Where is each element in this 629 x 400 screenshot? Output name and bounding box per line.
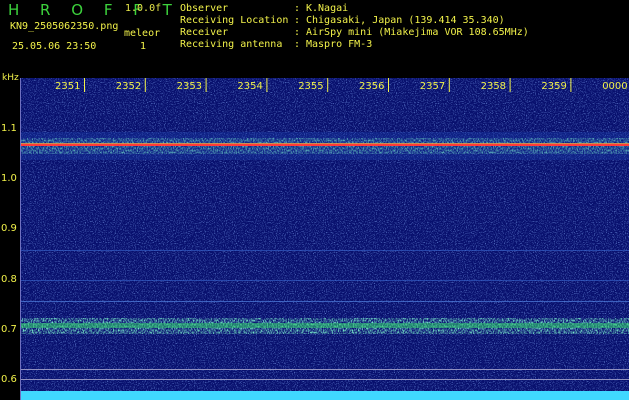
datetime-label: 25.05.06 23:50 (12, 41, 97, 52)
time-label: 2352 (115, 81, 142, 92)
info-key-location: Receiving Location (180, 15, 289, 26)
info-key-antenna: Receiving antenna (180, 39, 283, 50)
info-colon: : (294, 39, 301, 50)
info-colon: : (294, 3, 301, 14)
frequency-axis (20, 78, 21, 400)
time-tick (266, 78, 268, 92)
carrier-edge (21, 143, 629, 144)
file-name: KN9_2505062350.png (10, 21, 119, 32)
time-label: 2355 (298, 81, 324, 92)
info-value-antenna: Maspro FM-3 (306, 39, 373, 50)
frequency-label: 0.9 (1, 223, 17, 235)
time-tick (84, 78, 85, 92)
spectrogram-canvas (21, 78, 629, 400)
time-label: 2356 (359, 81, 385, 92)
noise-floor (21, 391, 629, 400)
info-colon: : (294, 15, 301, 26)
spectrogram-plot (21, 78, 629, 400)
band-070-core (21, 323, 629, 328)
header-panel: H R O F F T 1.0.0f KN9_2505062350.png me… (0, 0, 629, 83)
carrier-line (21, 144, 629, 146)
frequency-label: 0.8 (1, 273, 17, 285)
time-label: 2353 (176, 81, 203, 92)
noise-texture (21, 78, 629, 400)
info-value-receiver: AirSpy mini (Miakejima VOR 108.65MHz) (306, 27, 529, 38)
time-tick (205, 78, 207, 92)
frequency-label: 0.7 (1, 323, 17, 335)
frequency-label: 1.0 (1, 173, 17, 185)
time-tick (144, 78, 146, 92)
info-value-location: Chigasaki, Japan (139.414 35.340) (306, 15, 505, 26)
time-label: 0000 (602, 81, 628, 92)
info-colon: : (294, 27, 301, 38)
info-key-observer: Observer (180, 3, 229, 14)
time-label: 2359 (541, 81, 567, 92)
frequency-unit-label: kHz (2, 73, 19, 83)
time-tick (448, 78, 450, 92)
time-tick (327, 78, 329, 92)
reference-line (21, 369, 629, 370)
time-tick (388, 78, 389, 92)
info-key-receiver: Receiver (180, 27, 229, 38)
time-label: 2351 (55, 81, 81, 92)
frequency-label: 1.1 (1, 123, 17, 134)
time-label: 2357 (419, 81, 446, 92)
faint-line (21, 301, 629, 302)
faint-line (21, 250, 629, 251)
info-value-observer: K.Nagai (306, 3, 349, 14)
faint-line (21, 280, 629, 281)
time-label: 2358 (480, 81, 507, 92)
version-label: 1.0.0f (125, 3, 162, 14)
time-tick (570, 78, 572, 92)
time-tick (509, 78, 511, 92)
mode-value: 1 (140, 41, 147, 52)
time-label: 2354 (237, 81, 263, 92)
frequency-label: 0.6 (1, 374, 17, 385)
mode-label: meleor (124, 28, 161, 39)
reference-line (21, 379, 629, 380)
